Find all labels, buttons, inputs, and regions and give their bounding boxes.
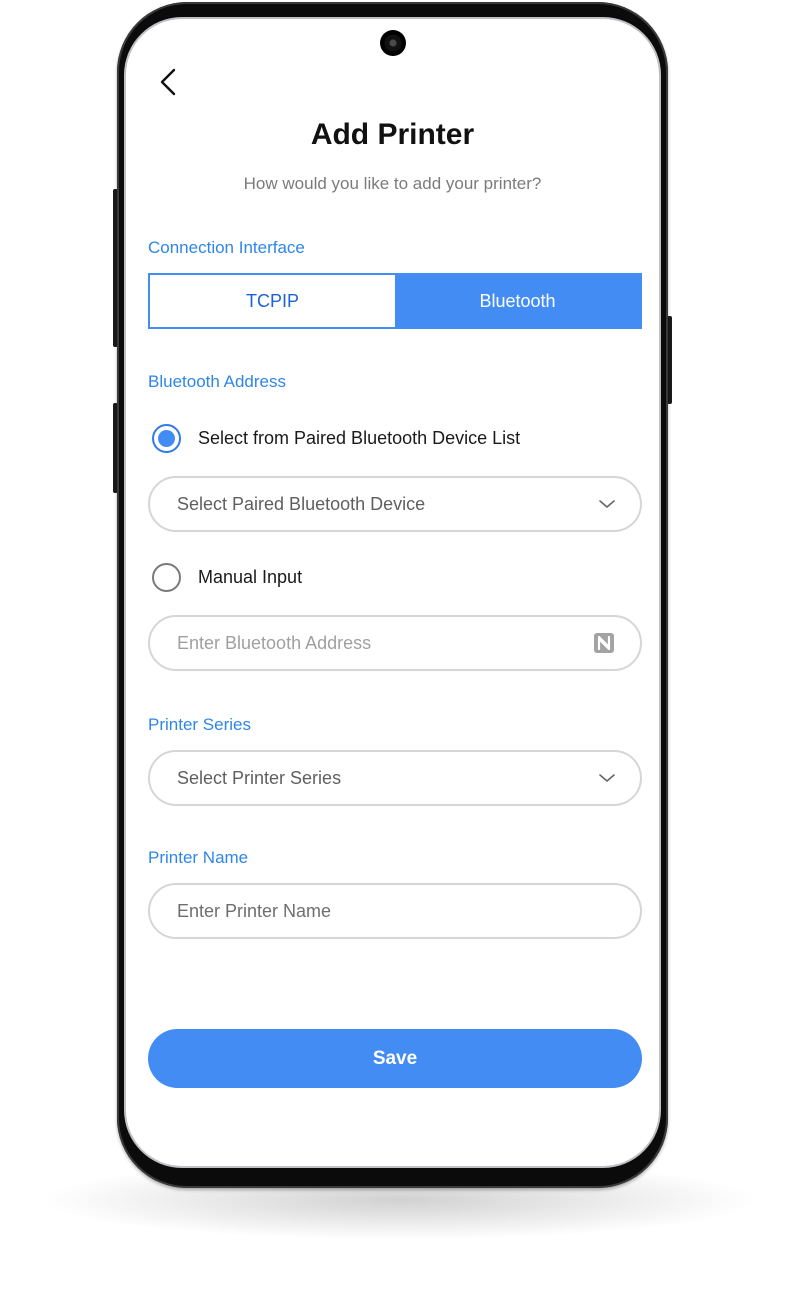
tab-tcpip[interactable]: TCPIP — [150, 275, 395, 327]
front-camera — [380, 30, 406, 56]
paired-device-select-value: Select Paired Bluetooth Device — [177, 493, 426, 514]
printer-name-field[interactable] — [148, 883, 642, 939]
manual-input-radio-label: Manual Input — [198, 567, 303, 587]
connection-interface-label: Connection Interface — [148, 238, 305, 257]
chevron-left-icon — [160, 68, 176, 96]
page-subtitle: How would you like to add your printer? — [243, 174, 542, 193]
chevron-down-icon — [599, 774, 615, 782]
tab-bluetooth[interactable]: Bluetooth — [395, 275, 640, 327]
page-title: Add Printer — [310, 118, 475, 151]
screen: Add Printer How would you like to add yo… — [126, 19, 659, 1166]
bluetooth-address-label: Bluetooth Address — [148, 372, 286, 391]
paired-device-select[interactable]: Select Paired Bluetooth Device — [148, 476, 642, 532]
connection-interface-segmented-control: TCPIP Bluetooth — [148, 273, 642, 329]
paired-list-radio-option[interactable]: Select from Paired Bluetooth Device List — [152, 424, 520, 453]
paired-list-radio[interactable] — [152, 424, 181, 453]
printer-series-select[interactable]: Select Printer Series — [148, 750, 642, 806]
manual-input-radio-option[interactable]: Manual Input — [152, 563, 302, 592]
manual-input-radio[interactable] — [152, 563, 181, 592]
printer-name-label: Printer Name — [148, 848, 249, 867]
nfc-icon[interactable] — [592, 631, 616, 655]
save-button[interactable]: Save — [148, 1029, 642, 1088]
bluetooth-address-field[interactable] — [148, 615, 642, 671]
bluetooth-address-input[interactable] — [177, 632, 592, 654]
chevron-down-icon — [599, 500, 615, 508]
printer-series-select-value: Select Printer Series — [177, 767, 342, 788]
printer-name-input[interactable] — [177, 900, 616, 922]
paired-list-radio-label: Select from Paired Bluetooth Device List — [198, 428, 521, 448]
printer-series-label: Printer Series — [148, 715, 251, 734]
back-button[interactable] — [156, 67, 184, 97]
